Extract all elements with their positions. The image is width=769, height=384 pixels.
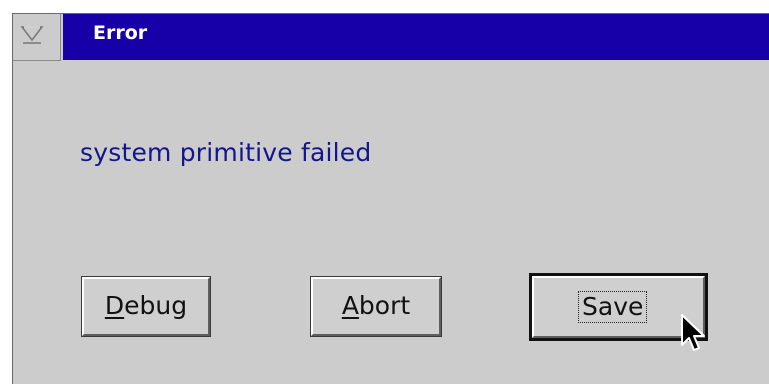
save-label: Save xyxy=(578,291,648,323)
system-menu-button[interactable] xyxy=(13,14,61,61)
abort-mnemonic: A xyxy=(341,291,359,320)
abort-label: bort xyxy=(358,291,411,320)
debug-mnemonic: D xyxy=(104,291,125,320)
title-bar-fill: Error xyxy=(63,14,769,60)
abort-button[interactable]: Abort xyxy=(311,277,441,336)
save-button-face: Save xyxy=(532,276,705,338)
system-menu-icon xyxy=(20,26,44,44)
error-dialog: Error system primitive failed Debug Abor… xyxy=(12,13,769,384)
dialog-title: Error xyxy=(93,22,148,44)
title-bar[interactable]: Error xyxy=(13,14,769,61)
debug-label: ebug xyxy=(124,291,188,320)
error-message: system primitive failed xyxy=(80,138,372,167)
debug-button[interactable]: Debug xyxy=(82,277,210,336)
mouse-pointer-icon xyxy=(681,314,705,351)
